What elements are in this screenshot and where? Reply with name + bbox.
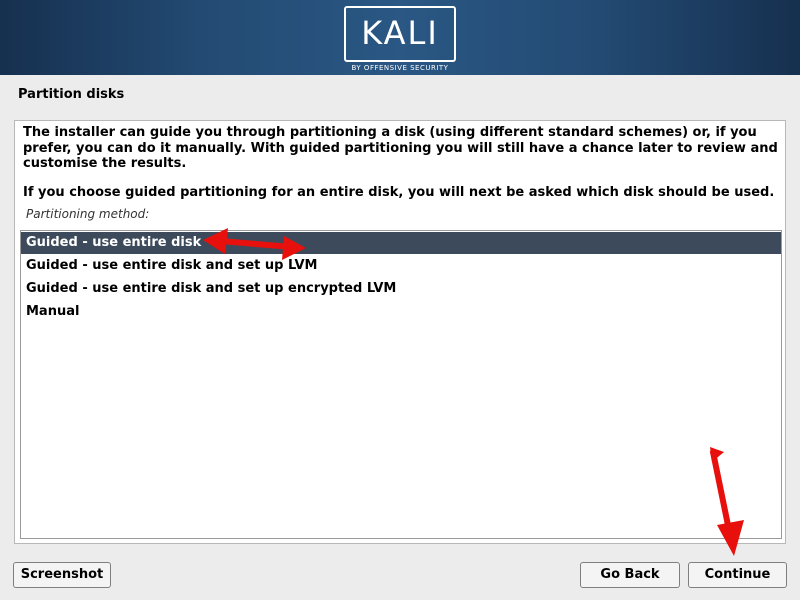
logo-subtitle: BY OFFENSIVE SECURITY — [351, 64, 449, 72]
page-title: Partition disks — [18, 87, 125, 102]
description-text-2: If you choose guided partitioning for an… — [23, 185, 775, 200]
description-text: The installer can guide you through part… — [23, 125, 778, 171]
kali-logo: KALI BY OFFENSIVE SECURITY — [344, 6, 456, 74]
partitioning-method-list[interactable]: Guided - use entire disk Guided - use en… — [20, 230, 782, 539]
list-item-guided-encrypted-lvm[interactable]: Guided - use entire disk and set up encr… — [21, 278, 781, 300]
list-item-manual[interactable]: Manual — [21, 301, 781, 323]
content-panel: The installer can guide you through part… — [14, 120, 786, 544]
partitioning-method-label: Partitioning method: — [26, 207, 150, 221]
list-item-guided-entire-disk[interactable]: Guided - use entire disk — [21, 232, 781, 254]
header-banner: KALI BY OFFENSIVE SECURITY — [0, 0, 800, 75]
screenshot-button[interactable]: Screenshot — [13, 562, 111, 588]
continue-button[interactable]: Continue — [688, 562, 787, 588]
list-item-guided-lvm[interactable]: Guided - use entire disk and set up LVM — [21, 255, 781, 277]
go-back-button[interactable]: Go Back — [580, 562, 680, 588]
logo-text: KALI — [361, 14, 439, 52]
